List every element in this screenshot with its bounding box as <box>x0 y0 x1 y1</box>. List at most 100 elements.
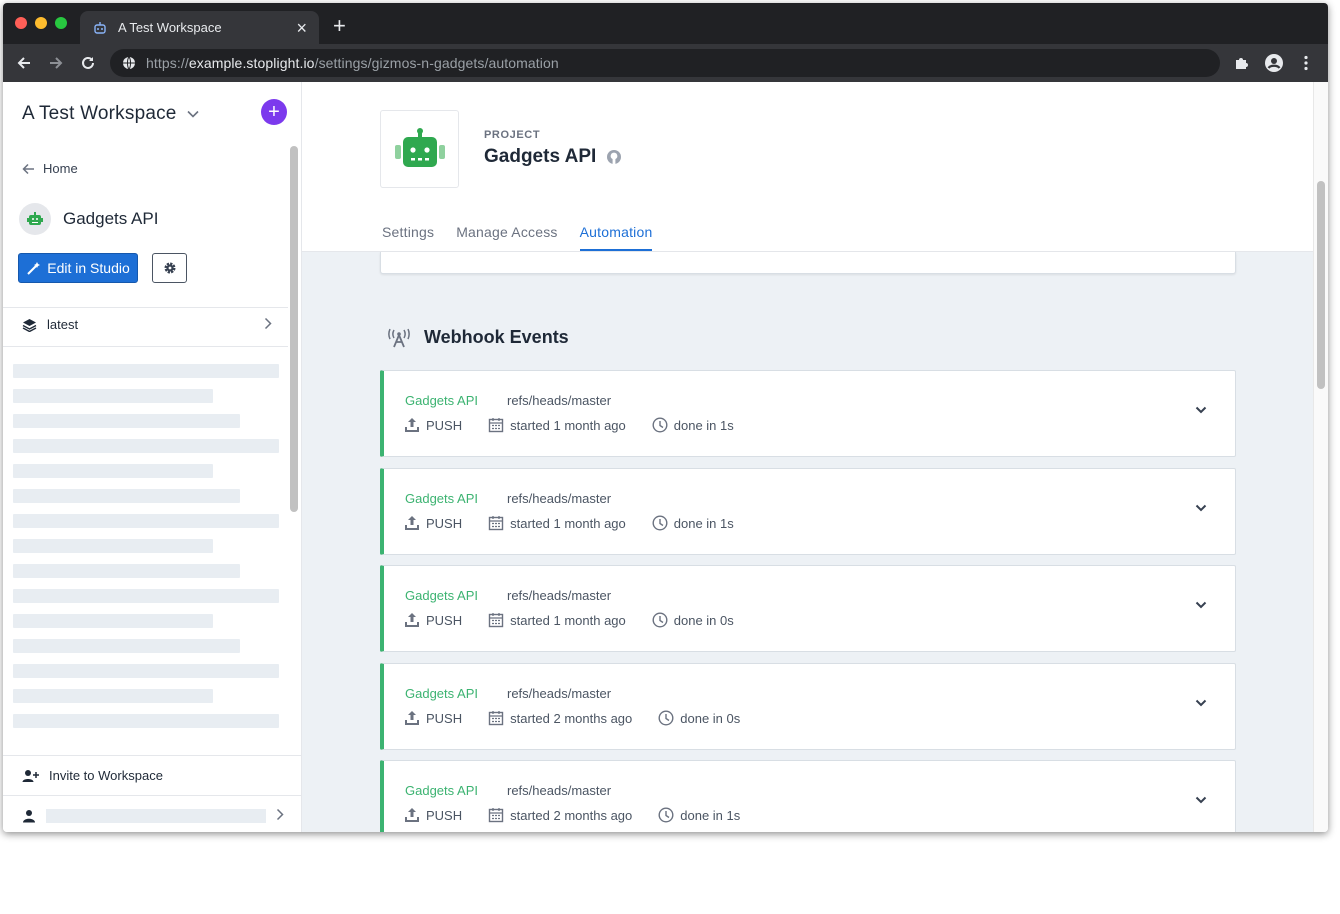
clock-icon <box>652 612 668 628</box>
home-link[interactable]: Home <box>22 161 78 176</box>
calendar-icon <box>488 516 504 531</box>
event-duration-label: done in 0s <box>673 612 734 628</box>
layers-icon <box>22 318 37 332</box>
upload-icon <box>405 516 419 530</box>
page-title: Gadgets API <box>484 146 622 168</box>
chevron-down-icon[interactable] <box>1195 504 1207 512</box>
event-meta: PUSH started 1 month ago done in 1s <box>404 417 760 433</box>
main-scrollbar-thumb[interactable] <box>1317 181 1325 389</box>
loading-skeleton <box>13 714 279 728</box>
window-controls <box>15 17 67 29</box>
tab-manage-access[interactable]: Manage Access <box>456 224 557 251</box>
event-meta: PUSH started 1 month ago done in 1s <box>404 515 760 531</box>
robot-favicon-icon <box>94 21 106 34</box>
webhook-event-row[interactable]: Gadgets API refs/heads/master PUSH start… <box>380 468 1236 555</box>
project-kicker: PROJECT <box>484 129 541 141</box>
url-host: example.stoplight.io <box>188 55 315 71</box>
loading-skeleton <box>13 689 213 703</box>
calendar-icon <box>488 613 504 628</box>
forward-button[interactable] <box>45 52 67 74</box>
loading-skeleton <box>13 439 279 453</box>
close-tab-icon[interactable]: × <box>296 19 307 37</box>
reload-button[interactable] <box>77 52 99 74</box>
loading-skeleton <box>13 539 213 553</box>
branch-selector[interactable]: latest <box>22 317 272 332</box>
chevron-down-icon[interactable] <box>1195 601 1207 609</box>
branch-label: latest <box>47 317 79 332</box>
loading-skeleton <box>13 464 213 478</box>
url-text: https://example.stoplight.io/settings/gi… <box>146 55 559 71</box>
webhook-event-row[interactable]: Gadgets API refs/heads/master PUSH start… <box>380 760 1236 832</box>
sidebar-project[interactable]: Gadgets API <box>19 203 158 235</box>
sidebar: A Test Workspace + Home Gadgets API Edit… <box>3 82 302 832</box>
chevron-right-icon <box>264 317 272 330</box>
url-path: /settings/gizmos-n-gadgets/automation <box>314 55 559 71</box>
url-scheme: https:// <box>146 55 189 71</box>
project-title: Gadgets API <box>484 146 597 167</box>
gear-icon <box>164 262 175 274</box>
robot-icon <box>27 212 43 225</box>
browser-tab-bar: A Test Workspace × + <box>3 3 1328 44</box>
event-duration: done in 1s <box>652 515 734 531</box>
event-started: started 1 month ago <box>488 612 626 628</box>
event-started: started 1 month ago <box>488 417 626 433</box>
event-meta: PUSH started 2 months ago done in 1s <box>404 807 766 823</box>
event-type: PUSH <box>404 807 462 823</box>
new-tab-button[interactable]: + <box>333 15 346 37</box>
webhook-event-row[interactable]: Gadgets API refs/heads/master PUSH start… <box>380 663 1236 750</box>
event-project: Gadgets API <box>405 588 478 603</box>
invite-to-workspace-button[interactable]: Invite to Workspace <box>3 755 302 795</box>
chevron-down-icon[interactable] <box>1195 406 1207 414</box>
workspace-switcher[interactable]: A Test Workspace <box>22 103 199 125</box>
event-type: PUSH <box>404 710 462 726</box>
project-header: PROJECT Gadgets API Settings Manage Acce… <box>302 82 1313 252</box>
loading-skeleton <box>13 514 279 528</box>
calendar-icon <box>488 711 504 726</box>
user-menu[interactable] <box>3 795 302 832</box>
event-type: PUSH <box>404 515 462 531</box>
chevron-down-icon[interactable] <box>1195 796 1207 804</box>
loading-skeleton <box>13 364 279 378</box>
tab-settings[interactable]: Settings <box>382 224 434 251</box>
profile-button[interactable] <box>1264 53 1284 73</box>
browser-menu-button[interactable] <box>1296 53 1316 73</box>
project-tabs: Settings Manage Access Automation <box>382 224 653 251</box>
event-project: Gadgets API <box>405 393 478 408</box>
event-type: PUSH <box>404 612 462 628</box>
clock-icon <box>652 417 668 433</box>
back-button[interactable] <box>13 52 35 74</box>
close-window-button[interactable] <box>15 17 27 29</box>
create-button[interactable]: + <box>261 99 287 125</box>
edit-in-studio-button[interactable]: Edit in Studio <box>18 253 138 283</box>
home-label: Home <box>43 161 78 176</box>
chevron-down-icon[interactable] <box>1195 699 1207 707</box>
event-type-label: PUSH <box>426 807 463 823</box>
sidebar-divider <box>3 307 288 308</box>
event-started-label: started 2 months ago <box>510 807 633 823</box>
webhook-event-row[interactable]: Gadgets API refs/heads/master PUSH start… <box>380 370 1236 457</box>
event-type-label: PUSH <box>426 515 463 531</box>
event-duration: done in 1s <box>652 417 734 433</box>
upload-icon <box>405 613 419 627</box>
address-bar[interactable]: https://example.stoplight.io/settings/gi… <box>110 49 1220 77</box>
extensions-button[interactable] <box>1232 53 1252 73</box>
edit-in-studio-label: Edit in Studio <box>47 260 130 276</box>
event-project: Gadgets API <box>405 783 478 798</box>
event-ref: refs/heads/master <box>507 783 612 798</box>
tab-title: A Test Workspace <box>118 20 222 35</box>
maximize-window-button[interactable] <box>55 17 67 29</box>
event-ref: refs/heads/master <box>507 393 612 408</box>
minimize-window-button[interactable] <box>35 17 47 29</box>
webhook-events-title: Webhook Events <box>424 327 569 347</box>
sidebar-scrollbar[interactable] <box>290 146 298 512</box>
puzzle-icon <box>1236 58 1248 69</box>
github-icon[interactable] <box>606 149 622 165</box>
loading-skeleton <box>13 589 279 603</box>
event-type-label: PUSH <box>426 612 463 628</box>
browser-tab[interactable]: A Test Workspace × <box>80 11 319 44</box>
project-settings-button[interactable] <box>152 253 187 283</box>
event-duration: done in 0s <box>658 710 740 726</box>
webhook-event-row[interactable]: Gadgets API refs/heads/master PUSH start… <box>380 565 1236 652</box>
browser-toolbar: https://example.stoplight.io/settings/gi… <box>3 44 1328 82</box>
tab-automation[interactable]: Automation <box>579 224 653 251</box>
